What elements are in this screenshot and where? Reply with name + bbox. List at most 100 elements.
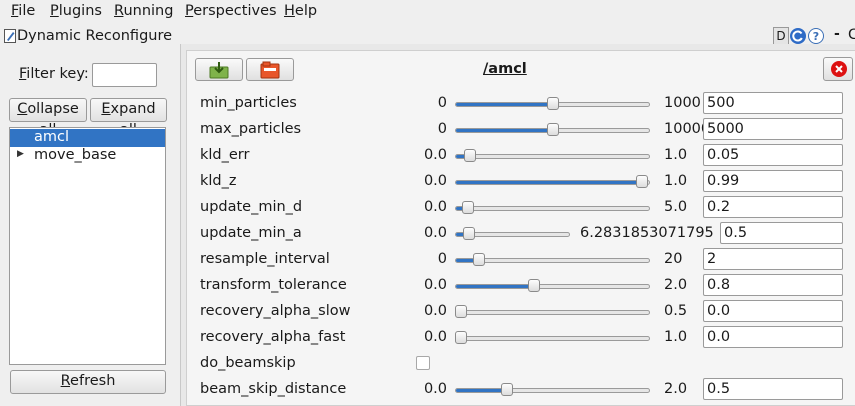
param-max-label: 2.0 bbox=[664, 381, 688, 397]
param-area: /amcl min_particles 0 1000 500 max_particles… bbox=[180, 44, 855, 406]
param-slider-handle[interactable] bbox=[546, 97, 559, 110]
param-value-input[interactable]: 0.5 bbox=[720, 222, 843, 244]
param-slider-track[interactable] bbox=[455, 388, 650, 393]
param-min-label: 0.0 bbox=[423, 329, 447, 345]
param-name: recovery_alpha_fast bbox=[200, 329, 346, 345]
param-slider-fill bbox=[456, 129, 553, 132]
param-value-input[interactable]: 5000 bbox=[703, 118, 843, 140]
param-name: max_particles bbox=[200, 121, 302, 137]
node-sidebar: Filter key: Collapse all Expand all amcl… bbox=[0, 48, 170, 406]
param-slider-track[interactable] bbox=[455, 310, 650, 315]
tree-item-label: move_base bbox=[34, 147, 117, 163]
param-row-max-particles: max_particles 0 10000 5000 bbox=[187, 117, 855, 143]
param-value-input[interactable]: 0.05 bbox=[703, 144, 843, 166]
param-value-input[interactable]: 0.8 bbox=[703, 274, 843, 296]
param-min-label: 0 bbox=[437, 251, 447, 267]
expand-arrow-icon[interactable]: ▶ bbox=[17, 149, 24, 159]
close-plugin-button[interactable]: C bbox=[848, 27, 855, 43]
param-slider-track[interactable] bbox=[455, 154, 650, 159]
param-max-label: 1.0 bbox=[664, 173, 688, 189]
param-slider-handle[interactable] bbox=[462, 201, 475, 214]
tree-item-move-base[interactable]: ▶ move_base bbox=[10, 147, 165, 165]
expand-all-button[interactable]: Expand all bbox=[90, 98, 167, 138]
param-slider-fill bbox=[456, 103, 553, 106]
param-row-update-min-d: update_min_d 0.0 5.0 0.2 bbox=[187, 195, 855, 221]
param-name: transform_tolerance bbox=[200, 277, 347, 293]
param-min-label: 0 bbox=[437, 121, 447, 137]
param-min-label: 0.0 bbox=[423, 199, 447, 215]
param-row-update-min-a: update_min_a 0.0 6.2831853071795 0.5 bbox=[187, 221, 855, 247]
collapse-all-button[interactable]: Collapse all bbox=[9, 98, 87, 138]
save-button[interactable] bbox=[195, 58, 243, 81]
node-header: /amcl bbox=[187, 51, 855, 91]
param-name: beam_skip_distance bbox=[200, 381, 347, 397]
param-max-label: 2.0 bbox=[664, 277, 688, 293]
menu-perspectives[interactable]: Perspectives bbox=[185, 3, 277, 19]
param-max-label: 6.2831853071795 bbox=[580, 225, 714, 241]
param-value-input[interactable]: 0.99 bbox=[703, 170, 843, 192]
refresh-button[interactable]: Refresh bbox=[10, 370, 166, 394]
param-value-input[interactable]: 500 bbox=[703, 92, 843, 114]
param-row-resample-interval: resample_interval 0 20 2 bbox=[187, 247, 855, 273]
param-value-input[interactable]: 0.2 bbox=[703, 196, 843, 218]
splitter-handle[interactable] bbox=[176, 48, 179, 406]
param-slider-track[interactable] bbox=[455, 336, 650, 341]
menu-help[interactable]: Help bbox=[284, 3, 317, 19]
param-max-label: 1000 bbox=[664, 95, 701, 111]
close-node-button[interactable] bbox=[823, 57, 853, 81]
param-max-label: 5.0 bbox=[664, 199, 688, 215]
param-slider-track[interactable] bbox=[455, 284, 650, 289]
param-row-recovery-alpha-slow: recovery_alpha_slow 0.0 0.5 0.0 bbox=[187, 299, 855, 325]
tree-item-amcl[interactable]: amcl bbox=[10, 129, 165, 147]
param-value-input[interactable]: 0.0 bbox=[703, 300, 843, 322]
param-max-label: 1.0 bbox=[664, 147, 688, 163]
param-value-input[interactable]: 0.5 bbox=[703, 378, 843, 400]
param-slider-handle[interactable] bbox=[464, 149, 477, 162]
param-name: update_min_a bbox=[200, 225, 302, 241]
param-slider-handle[interactable] bbox=[500, 383, 513, 396]
param-row-min-particles: min_particles 0 1000 500 bbox=[187, 91, 855, 117]
help-icon[interactable]: ? bbox=[808, 28, 824, 44]
param-max-label: 20 bbox=[664, 251, 683, 267]
filter-key-input[interactable] bbox=[92, 63, 157, 87]
node-title: /amcl bbox=[483, 61, 527, 77]
param-slider-fill bbox=[456, 285, 534, 288]
menu-running[interactable]: Running bbox=[114, 3, 173, 19]
param-slider-handle[interactable] bbox=[473, 253, 486, 266]
param-row-beam-skip-distance: beam_skip_distance 0.0 2.0 0.5 bbox=[187, 377, 855, 403]
svg-text:?: ? bbox=[813, 30, 819, 43]
param-name: recovery_alpha_slow bbox=[200, 303, 351, 319]
param-name: resample_interval bbox=[200, 251, 330, 267]
param-min-label: 0.0 bbox=[423, 225, 447, 241]
reload-icon[interactable] bbox=[789, 27, 807, 45]
param-slider-handle[interactable] bbox=[546, 123, 559, 136]
node-tree: amcl ▶ move_base bbox=[9, 127, 166, 365]
param-row-transform-tolerance: transform_tolerance 0.0 2.0 0.8 bbox=[187, 273, 855, 299]
param-slider-fill bbox=[456, 181, 648, 184]
open-folder-icon bbox=[260, 61, 280, 79]
load-button[interactable] bbox=[246, 58, 294, 81]
param-value-input[interactable]: 2 bbox=[703, 248, 843, 270]
param-name: update_min_d bbox=[200, 199, 303, 215]
close-icon bbox=[831, 61, 847, 77]
param-slider-handle[interactable] bbox=[463, 227, 476, 240]
param-slider-handle[interactable] bbox=[455, 305, 467, 318]
menu-file[interactable]: File bbox=[11, 3, 35, 19]
help-d-button[interactable]: D bbox=[773, 27, 789, 45]
minimize-button[interactable]: - bbox=[834, 26, 840, 42]
param-slider-handle[interactable] bbox=[455, 331, 467, 344]
menu-plugins[interactable]: Plugins bbox=[50, 3, 102, 19]
param-checkbox[interactable] bbox=[416, 356, 430, 370]
filter-key-label: Filter key: bbox=[19, 66, 89, 82]
param-slider-handle[interactable] bbox=[528, 279, 541, 292]
plugin-title: Dynamic Reconfigure bbox=[17, 28, 173, 44]
param-value-input[interactable]: 0.0 bbox=[703, 326, 843, 348]
param-min-label: 0.0 bbox=[423, 303, 447, 319]
param-slider-handle[interactable] bbox=[636, 175, 649, 188]
param-name: do_beamskip bbox=[200, 355, 296, 371]
param-slider-track[interactable] bbox=[455, 180, 650, 185]
param-min-label: 0.0 bbox=[423, 277, 447, 293]
param-slider-track[interactable] bbox=[455, 206, 650, 211]
param-row-recovery-alpha-fast: recovery_alpha_fast 0.0 1.0 0.0 bbox=[187, 325, 855, 351]
param-row-kld-err: kld_err 0.0 1.0 0.05 bbox=[187, 143, 855, 169]
